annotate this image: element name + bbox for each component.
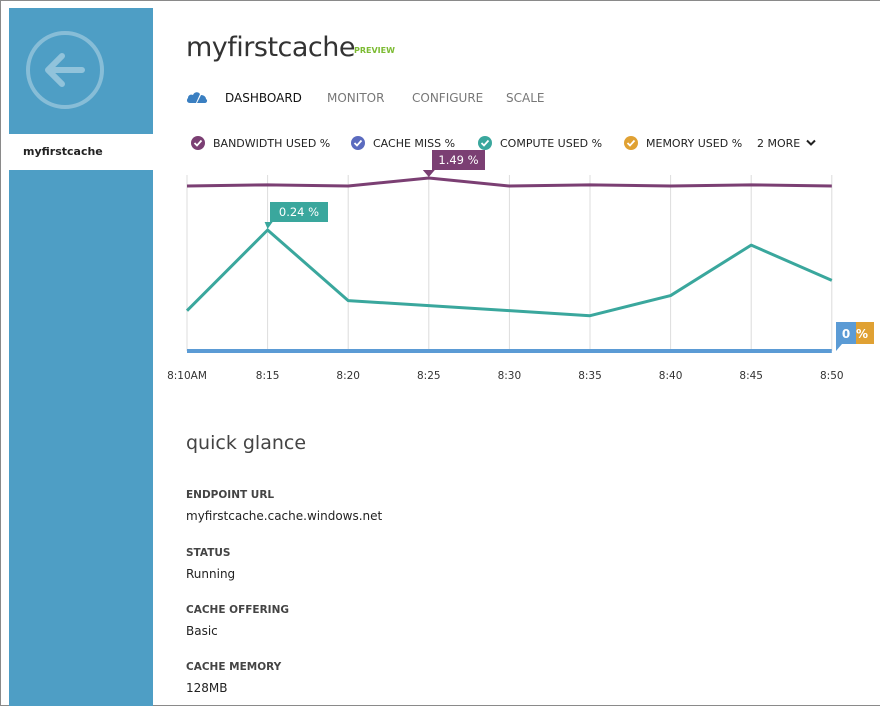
- back-button[interactable]: [26, 31, 104, 109]
- cache-offering-value: Basic: [186, 624, 218, 638]
- legend-label: BANDWIDTH USED %: [213, 137, 331, 150]
- check-icon: [478, 136, 492, 150]
- legend-label: COMPUTE USED %: [500, 137, 603, 150]
- x-tick-label: 8:40: [659, 370, 683, 382]
- data-label: 0: [842, 327, 850, 341]
- data-label-pointer: [836, 344, 842, 351]
- endpoint-url-value: myfirstcache.cache.windows.net: [186, 509, 383, 523]
- legend-label: CACHE MISS %: [373, 137, 456, 150]
- sidebar: myfirstcache: [9, 8, 153, 706]
- data-label: %: [856, 327, 868, 341]
- status-value: Running: [186, 567, 236, 581]
- x-tick-label: 8:50: [820, 370, 844, 382]
- cloud-icon: [186, 92, 208, 103]
- cache-memory-value: 128MB: [186, 681, 228, 695]
- x-tick-label: 8:20: [336, 370, 360, 382]
- endpoint-url-label: ENDPOINT URL: [186, 489, 275, 501]
- page-title: myfirstcache: [186, 32, 356, 63]
- x-tick-label: 8:15: [256, 370, 280, 382]
- x-tick-label: 8:25: [417, 370, 441, 382]
- quick-glance-title: quick glance: [186, 432, 307, 454]
- tab-dashboard[interactable]: DASHBOARD: [225, 91, 302, 105]
- sidebar-item-myfirstcache[interactable]: myfirstcache: [9, 134, 153, 170]
- metrics-chart: 8:10AM 8:15 8:20 8:25 8:30 8:35 8:40 8:45 8:50 1.…: [167, 150, 874, 382]
- chevron-down-icon: [806, 139, 816, 146]
- x-tick-label: 8:45: [739, 370, 763, 382]
- data-label: 0.24 %: [279, 205, 319, 219]
- check-icon: [191, 136, 205, 150]
- data-label-pointer: [264, 222, 273, 229]
- data-label-pointer: [422, 170, 435, 177]
- more-dropdown[interactable]: 2 MORE: [757, 137, 816, 150]
- x-tick-label: 8:35: [578, 370, 602, 382]
- check-icon: [624, 136, 638, 150]
- cache-memory-label: CACHE MEMORY: [186, 661, 282, 673]
- sidebar-item-label: myfirstcache: [23, 145, 103, 158]
- tab-configure[interactable]: CONFIGURE: [412, 91, 483, 105]
- status-label: STATUS: [186, 547, 231, 559]
- tab-scale[interactable]: SCALE: [506, 91, 544, 105]
- cache-offering-label: CACHE OFFERING: [186, 604, 289, 616]
- preview-badge: PREVIEW: [354, 46, 395, 55]
- x-tick-label: 8:10AM: [167, 370, 207, 382]
- data-label: 1.49 %: [438, 153, 478, 167]
- tab-monitor[interactable]: MONITOR: [327, 91, 384, 105]
- back-arrow-icon: [45, 53, 85, 87]
- x-tick-label: 8:30: [498, 370, 522, 382]
- more-label: 2 MORE: [757, 137, 801, 150]
- legend-label: MEMORY USED %: [646, 137, 743, 150]
- check-icon: [351, 136, 365, 150]
